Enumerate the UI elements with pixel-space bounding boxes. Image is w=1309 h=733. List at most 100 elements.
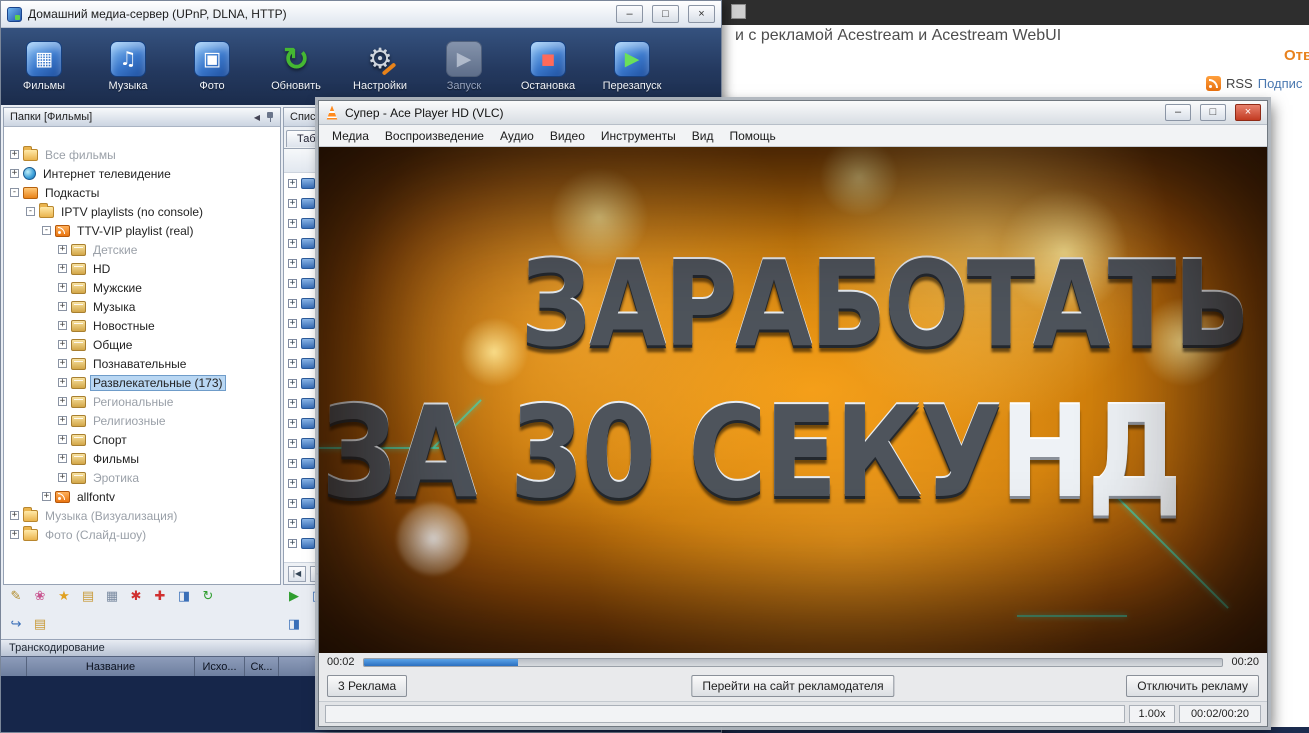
tool-icon[interactable]: ▤	[31, 615, 49, 633]
tree-item[interactable]: + Новостные	[4, 316, 280, 335]
tree-item[interactable]: - TTV-VIP playlist (real)	[4, 221, 280, 240]
tree-item[interactable]: + allfontv	[4, 487, 280, 506]
expander-icon[interactable]	[288, 539, 297, 548]
folders-panel-header[interactable]: Папки [Фильмы] ◀	[4, 108, 280, 127]
expander-icon[interactable]	[288, 499, 297, 508]
maximize-button[interactable]: □	[1200, 104, 1226, 121]
expander-icon[interactable]: +	[58, 264, 67, 273]
toolbar-button[interactable]: ⚙ Настройки	[349, 41, 411, 92]
expander-icon[interactable]	[288, 199, 297, 208]
tool-icon[interactable]: ❀	[31, 587, 49, 605]
toolbar-button[interactable]: ♫ Музыка	[97, 41, 159, 92]
minimize-button[interactable]: –	[616, 5, 643, 23]
tree-item[interactable]: + Мужские	[4, 278, 280, 297]
menu-item[interactable]: Вид	[685, 127, 721, 145]
ad-off-button[interactable]: Отключить рекламу	[1126, 675, 1259, 697]
tree-item[interactable]: - IPTV playlists (no console)	[4, 202, 280, 221]
menu-item[interactable]: Медиа	[325, 127, 376, 145]
expander-icon[interactable]: +	[58, 283, 67, 292]
tree-item[interactable]: + Спорт	[4, 430, 280, 449]
expander-icon[interactable]	[288, 519, 297, 528]
expander-icon[interactable]	[288, 219, 297, 228]
tool-icon[interactable]: ▤	[79, 587, 97, 605]
expander-icon[interactable]	[288, 439, 297, 448]
playback-speed[interactable]: 1.00x	[1129, 705, 1175, 723]
table-header-cell[interactable]: Ск...	[245, 657, 279, 676]
maximize-button[interactable]: □	[652, 5, 679, 23]
tool-icon[interactable]: ↪	[7, 615, 25, 633]
subscribe-link[interactable]: Подпис	[1258, 76, 1303, 91]
expander-icon[interactable]: +	[58, 397, 67, 406]
expander-icon[interactable]: -	[26, 207, 35, 216]
tool-icon[interactable]: ◨	[285, 615, 303, 633]
tree-item[interactable]: + Региональные	[4, 392, 280, 411]
tree-item[interactable]: + Познавательные	[4, 354, 280, 373]
expander-icon[interactable]	[288, 479, 297, 488]
tree-item[interactable]: + HD	[4, 259, 280, 278]
ad-link-button[interactable]: Перейти на сайт рекламодателя	[691, 675, 894, 697]
tree-item[interactable]: + Все фильмы	[4, 145, 280, 164]
collapse-arrow-icon[interactable]: ◀	[254, 113, 260, 122]
pager-button[interactable]: |◀	[288, 566, 306, 582]
tool-icon[interactable]: ▶	[285, 587, 303, 605]
toolbar-button[interactable]: ↻ Обновить	[265, 41, 327, 92]
toolbar-button[interactable]: ▶ Перезапуск	[601, 41, 663, 92]
menu-item[interactable]: Воспроизведение	[378, 127, 491, 145]
rss-subscribe-row[interactable]: RSS Подпис	[1206, 76, 1302, 91]
expander-icon[interactable]	[288, 379, 297, 388]
hms-titlebar[interactable]: Домашний медиа-сервер (UPnP, DLNA, HTTP)…	[1, 1, 721, 28]
tool-icon[interactable]: ✱	[127, 587, 145, 605]
tree-item[interactable]: + Фильмы	[4, 449, 280, 468]
page-link-fragment[interactable]: Отв	[1284, 47, 1309, 64]
menu-item[interactable]: Видео	[543, 127, 592, 145]
expander-icon[interactable]: +	[10, 511, 19, 520]
tree-item[interactable]: + Религиозные	[4, 411, 280, 430]
expander-icon[interactable]	[288, 319, 297, 328]
expander-icon[interactable]	[288, 279, 297, 288]
toolbar-button[interactable]: ▦ Фильмы	[13, 41, 75, 92]
expander-icon[interactable]	[288, 259, 297, 268]
expander-icon[interactable]	[288, 299, 297, 308]
menu-item[interactable]: Инструменты	[594, 127, 683, 145]
close-button[interactable]: ×	[1235, 104, 1261, 121]
tool-icon[interactable]: ↻	[199, 587, 217, 605]
expander-icon[interactable]	[288, 359, 297, 368]
tree-item[interactable]: + Детские	[4, 240, 280, 259]
expander-icon[interactable]	[288, 179, 297, 188]
tree-item[interactable]: + Фото (Слайд-шоу)	[4, 525, 280, 544]
expander-icon[interactable]	[288, 239, 297, 248]
expander-icon[interactable]	[288, 339, 297, 348]
tool-icon[interactable]: ★	[55, 587, 73, 605]
tree-item[interactable]: + Развлекательные (173)	[4, 373, 280, 392]
expander-icon[interactable]: +	[58, 340, 67, 349]
expander-icon[interactable]: -	[42, 226, 51, 235]
tree-item[interactable]: + Музыка (Визуализация)	[4, 506, 280, 525]
expander-icon[interactable]: +	[58, 245, 67, 254]
expander-icon[interactable]: +	[58, 359, 67, 368]
tool-icon[interactable]: ▦	[103, 587, 121, 605]
expander-icon[interactable]: +	[10, 530, 19, 539]
expander-icon[interactable]: +	[10, 169, 19, 178]
expander-icon[interactable]: -	[10, 188, 19, 197]
pin-icon[interactable]	[266, 112, 274, 123]
tree-item[interactable]: - Подкасты	[4, 183, 280, 202]
table-header-cell[interactable]: Название	[27, 657, 195, 676]
expander-icon[interactable]: +	[58, 473, 67, 482]
expander-icon[interactable]: +	[42, 492, 51, 501]
expander-icon[interactable]: +	[58, 378, 67, 387]
table-header-cell[interactable]: Исхо...	[195, 657, 245, 676]
vlc-titlebar[interactable]: Супер - Ace Player HD (VLC) – □ ×	[319, 101, 1267, 125]
expander-icon[interactable]: +	[58, 454, 67, 463]
menu-item[interactable]: Аудио	[493, 127, 541, 145]
menu-item[interactable]: Помощь	[722, 127, 782, 145]
toolbar-button[interactable]: ▣ Фото	[181, 41, 243, 92]
tree-item[interactable]: + Интернет телевидение	[4, 164, 280, 183]
tree-item[interactable]: + Общие	[4, 335, 280, 354]
tree-item[interactable]: + Музыка	[4, 297, 280, 316]
expander-icon[interactable]	[288, 459, 297, 468]
minimize-button[interactable]: –	[1165, 104, 1191, 121]
expander-icon[interactable]: +	[58, 302, 67, 311]
toolbar-button[interactable]: ▶ Запуск	[433, 41, 495, 92]
expander-icon[interactable]: +	[58, 435, 67, 444]
ad-count-button[interactable]: 3 Реклама	[327, 675, 407, 697]
